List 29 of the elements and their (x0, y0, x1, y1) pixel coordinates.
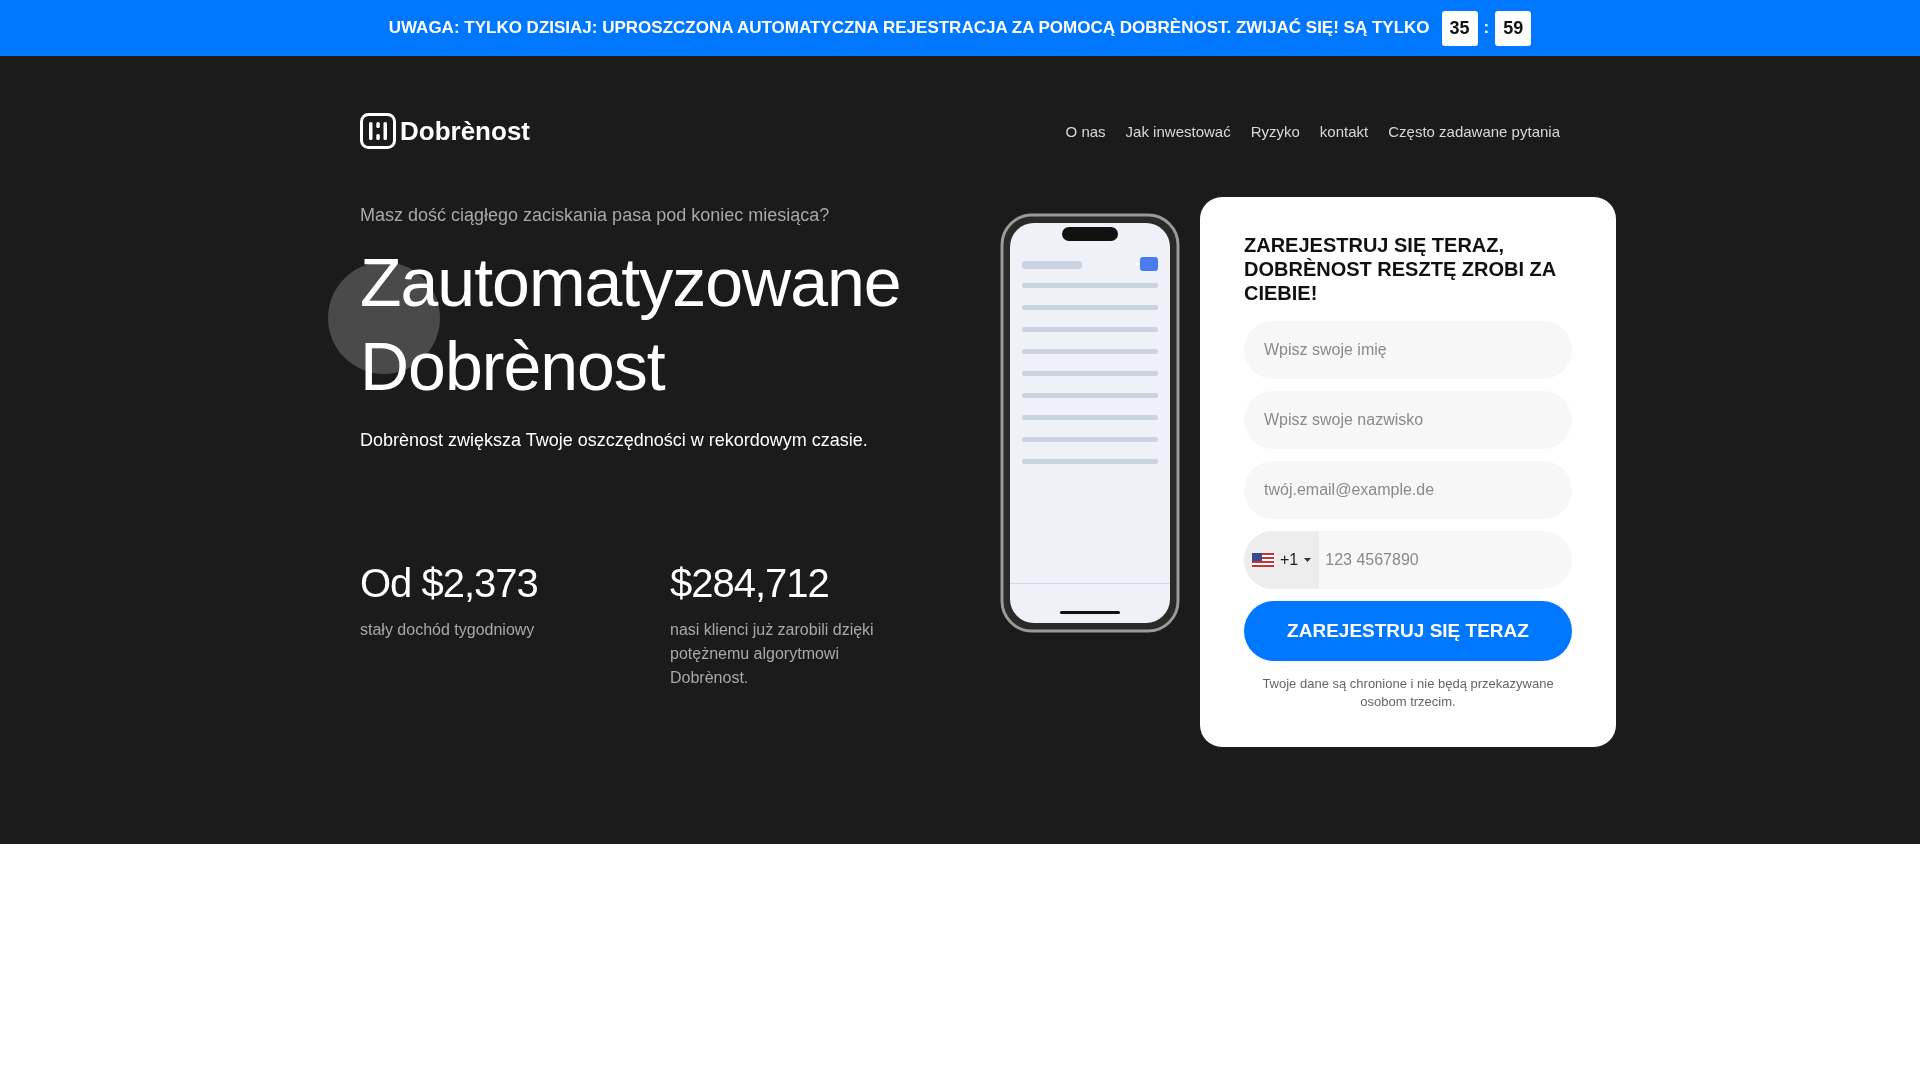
announcement-text: UWAGA: TYLKO DZISIAJ: UPROSZCZONA AUTOMATYCZNA REJESTRACJA ZA POMOCĄ DOBRÈNOST. ZWIJAĆ SIĘ! SĄ TYLKO (388, 18, 1430, 38)
tagline: Masz dość ciągłego zaciskania pasa pod koniec miesiąca? (360, 204, 831, 226)
nav-link[interactable]: Często zadawane pytania (1388, 122, 1560, 140)
phone-input-field[interactable]: +1 123 4567890 (1244, 531, 1572, 589)
logo-icon (360, 113, 396, 149)
nav-link[interactable]: kontakt (1319, 122, 1369, 140)
input-field[interactable]: twój.email@example.de (1244, 461, 1572, 519)
subtitle: Dobrènost zwiększa Twoje oszczędności w rekordowym czasie. (360, 430, 869, 451)
countdown-seconds: 59 (1495, 10, 1532, 46)
privacy-note: Twoje dane są chronione i nie będą przekazywane osobom trzecim. (1261, 675, 1555, 711)
input-field[interactable]: Wpisz swoje nazwisko (1244, 391, 1572, 449)
register-button[interactable]: ZAREJESTRUJ SIĘ TERAZ (1244, 601, 1572, 661)
countdown-separator: : (1483, 18, 1490, 38)
nav-link[interactable]: O nas (1065, 122, 1106, 140)
stat-label: nasi klienci już zarobili dzięki potężnemu algorytmowi Dobrènost. (670, 620, 875, 688)
headline: Dobrènost (360, 327, 666, 406)
flag-icon (1252, 553, 1274, 567)
nav-link[interactable]: Ryzyko (1250, 122, 1300, 140)
input-field[interactable]: Wpisz swoje imię (1244, 321, 1572, 379)
countdown-minutes: 35 (1441, 10, 1478, 46)
stat-value: Od $2,373 (360, 561, 538, 606)
caret-icon (1304, 558, 1312, 562)
stat-label: stały dochód tygodniowy (360, 620, 536, 640)
country-code-selector[interactable]: +1 (1244, 531, 1320, 589)
stat-value: $284,712 (670, 561, 829, 606)
nav-link[interactable]: Jak inwestować (1125, 122, 1231, 140)
form-title: ZAREJESTRUJ SIĘ TERAZ, DOBRÈNOST RESZTĘ ZROBI ZA CIEBIE! (1244, 233, 1557, 305)
logo-text[interactable]: Dobrènost (400, 115, 530, 147)
headline: Zautomatyzowane (360, 243, 902, 322)
